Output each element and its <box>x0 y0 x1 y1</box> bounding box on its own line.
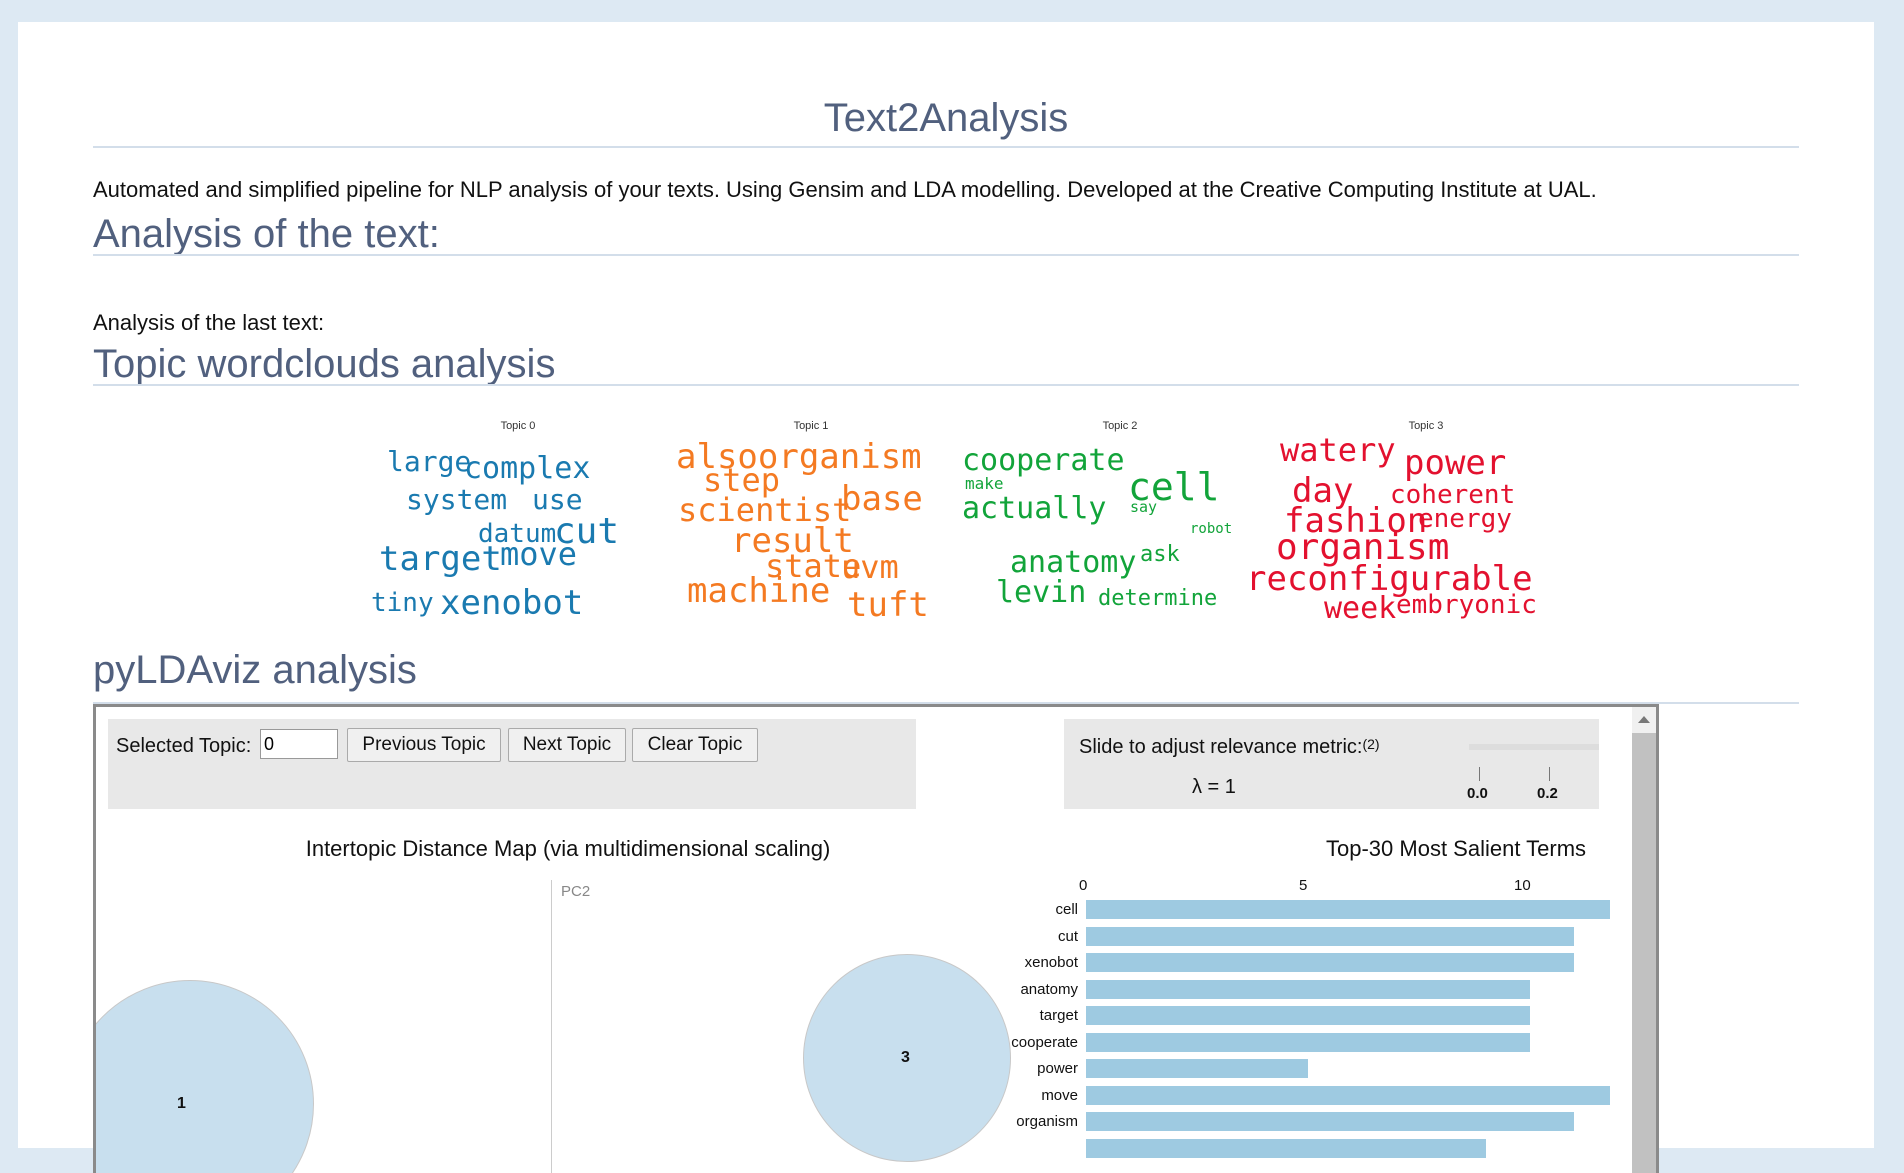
bar-term-value[interactable] <box>1086 1032 1530 1052</box>
word: determine <box>1098 586 1218 611</box>
word: tiny <box>371 588 434 618</box>
bar-term-label[interactable]: xenobot <box>958 954 1078 971</box>
word: move <box>500 535 578 573</box>
word: machine <box>687 571 831 611</box>
word: ask <box>1140 542 1180 567</box>
page-title: Text2Analysis <box>823 96 1069 140</box>
selected-topic-label: Selected Topic: <box>116 735 252 757</box>
word: say <box>1130 498 1158 516</box>
ldaviz-frame[interactable]: Selected Topic: Previous Topic Next Topi… <box>93 704 1659 1173</box>
relevance-label: Slide to adjust relevance metric:(2) <box>1079 736 1380 758</box>
slider-tick-label: 0.0 <box>1467 785 1488 802</box>
x-tick-label: 10 <box>1514 877 1531 894</box>
word: uvm <box>841 548 899 586</box>
pc2-label: PC2 <box>561 883 591 900</box>
relevance-footnote: (2) <box>1362 736 1380 752</box>
frame-scrollbar[interactable] <box>1632 707 1656 1173</box>
relevance-slider[interactable] <box>1469 744 1599 750</box>
wordcloud-topic-3: Topic 3 watery power day coherent fashio… <box>1246 420 1576 660</box>
bar-term-label[interactable]: anatomy <box>958 981 1078 998</box>
wordclouds-heading: Topic wordclouds analysis <box>93 342 556 386</box>
page-container: Text2Analysis Automated and simplified p… <box>18 22 1874 1173</box>
pyldaviz-heading: pyLDAviz analysis <box>93 648 417 692</box>
bar-term-value[interactable] <box>1086 1059 1308 1078</box>
word: complex <box>464 451 591 486</box>
analysis-heading: Analysis of the text: <box>93 212 440 256</box>
word: cooperate <box>962 443 1125 478</box>
topic-circle-1[interactable] <box>96 980 314 1173</box>
word: actually <box>962 491 1107 526</box>
x-tick-label: 0 <box>1079 877 1088 894</box>
scroll-up-arrow-icon[interactable] <box>1638 716 1650 723</box>
bar-term-value[interactable] <box>1086 953 1574 972</box>
app-description: Automated and simplified pipeline for NL… <box>93 177 1597 202</box>
word: xenobot <box>440 583 584 623</box>
word: make <box>965 474 1004 493</box>
topic-circle-label: 3 <box>901 1049 910 1066</box>
bar-term-value[interactable] <box>1086 926 1574 946</box>
word: tuft <box>847 585 929 625</box>
word: robot <box>1190 521 1233 537</box>
title-divider <box>93 146 1799 148</box>
wordclouds-divider <box>93 384 1799 386</box>
relevance-slider-panel: Slide to adjust relevance metric:(2) λ =… <box>1064 719 1599 809</box>
wordcloud-title: Topic 1 <box>793 420 829 432</box>
slider-tick <box>1549 767 1550 781</box>
x-tick-label: 5 <box>1299 877 1308 894</box>
word: anatomy <box>1010 545 1137 580</box>
word: base <box>841 479 923 519</box>
analysis-divider <box>93 254 1799 256</box>
scrollbar-thumb[interactable] <box>1632 733 1656 1173</box>
pc2-axis <box>551 880 552 1173</box>
bar-term-label[interactable]: cell <box>958 901 1078 918</box>
word: power <box>1404 443 1507 483</box>
topic-controls: Selected Topic: Previous Topic Next Topi… <box>108 719 916 809</box>
slider-tick-label: 0.2 <box>1537 785 1558 802</box>
wordcloud-topic-1: Topic 1 alsoorganism step scientist base… <box>661 420 961 660</box>
bar-term-value[interactable] <box>1086 900 1610 919</box>
salient-terms-title: Top-30 Most Salient Terms <box>1326 836 1587 861</box>
bar-term-label[interactable]: cut <box>958 928 1078 945</box>
word: target <box>379 539 502 579</box>
wordcloud-topic-2: Topic 2 cooperate make cell actually say… <box>962 420 1270 660</box>
word: embryonic <box>1396 590 1537 620</box>
bar-term-label[interactable]: move <box>958 1087 1078 1104</box>
wordcloud-title: Topic 0 <box>500 420 536 432</box>
bar-term-value[interactable] <box>1086 1006 1530 1025</box>
selected-topic-input[interactable] <box>260 729 338 759</box>
word: levin <box>996 575 1087 610</box>
intertopic-map-title: Intertopic Distance Map (via multidimens… <box>305 836 831 861</box>
bar-term-value[interactable] <box>1086 1138 1486 1158</box>
word: large <box>387 445 472 478</box>
word: week <box>1324 591 1397 626</box>
slider-tick <box>1479 767 1480 781</box>
wordcloud-title: Topic 2 <box>1102 420 1138 432</box>
clear-topic-button[interactable]: Clear Topic <box>632 728 758 762</box>
bar-term-label[interactable]: cooperate <box>958 1034 1078 1051</box>
previous-topic-button[interactable]: Previous Topic <box>347 728 501 762</box>
bar-term-label[interactable]: target <box>958 1007 1078 1024</box>
last-text-label: Analysis of the last text: <box>93 310 325 335</box>
topic-circle-label: 1 <box>177 1095 186 1112</box>
bar-term-value[interactable] <box>1086 979 1530 999</box>
bar-term-label[interactable]: power <box>958 1060 1078 1077</box>
bar-term-label[interactable]: organism <box>958 1113 1078 1130</box>
word: system <box>406 483 508 516</box>
next-topic-button[interactable]: Next Topic <box>508 728 626 762</box>
word: watery <box>1280 431 1396 469</box>
bar-term-value[interactable] <box>1086 1112 1574 1131</box>
wordcloud-topic-0: Topic 0 large complex system use datum c… <box>368 420 668 660</box>
bar-term-value[interactable] <box>1086 1085 1610 1105</box>
word: use <box>532 483 583 516</box>
lambda-value: λ = 1 <box>1192 776 1236 798</box>
